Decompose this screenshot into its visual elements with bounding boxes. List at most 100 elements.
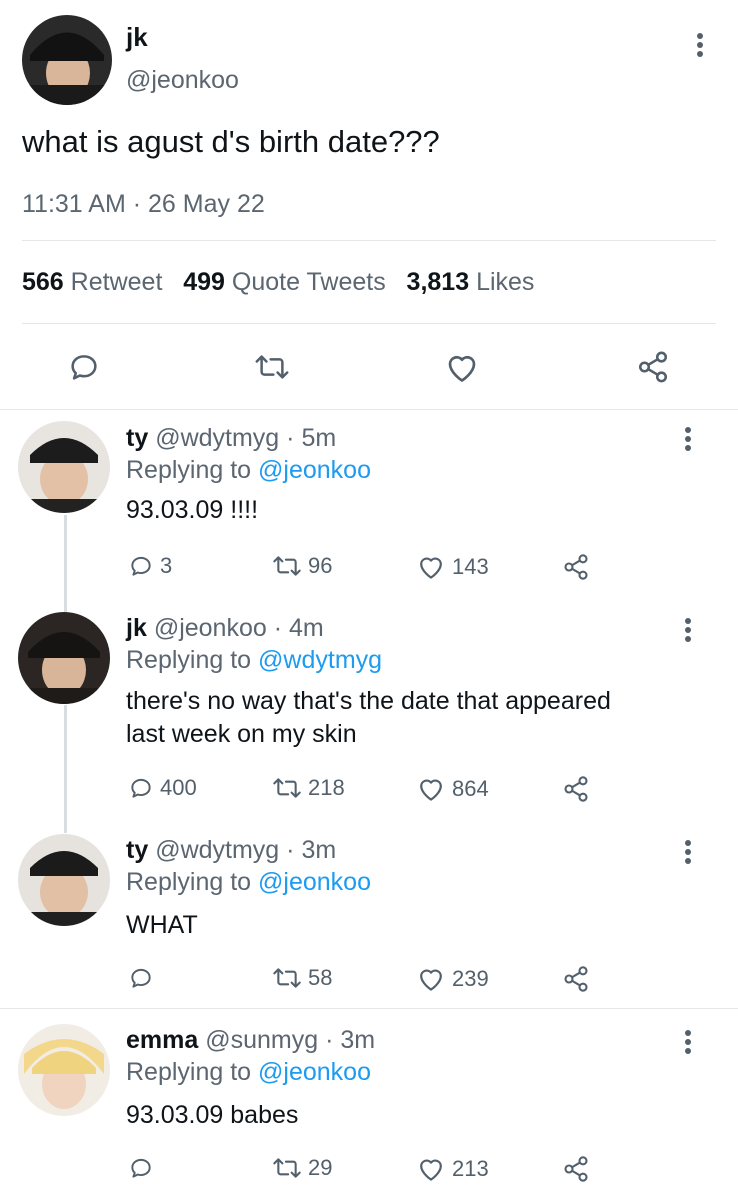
reply-author-handle[interactable]: @wdytmyg <box>155 424 279 452</box>
main-tweet-text: what is agust d's birth date??? <box>22 124 440 159</box>
reply-avatar[interactable] <box>18 421 110 513</box>
reply-more-icon[interactable] <box>684 840 692 867</box>
reply-more-icon[interactable] <box>684 427 692 454</box>
retweet-count: 566 <box>22 268 64 296</box>
replying-to: Replying to @jeonkoo <box>126 868 371 897</box>
share-icon <box>562 775 590 803</box>
reply-author-handle[interactable]: @wdytmyg <box>155 836 279 864</box>
replying-to-handle[interactable]: @wdytmyg <box>258 646 382 674</box>
like-count: 239 <box>452 965 489 991</box>
replying-to: Replying to @jeonkoo <box>126 1058 371 1087</box>
reply-avatar[interactable] <box>18 1024 110 1116</box>
main-tweet-more-icon[interactable] <box>696 33 704 60</box>
retweet-count: 218 <box>308 775 345 800</box>
reply-text: 93.03.09 babes <box>126 1101 299 1129</box>
reply-text-line: last week on my skin <box>126 720 357 748</box>
reply-author-name[interactable]: emma <box>126 1026 198 1054</box>
reply-count: 400 <box>160 775 197 800</box>
share-icon <box>562 1155 590 1183</box>
reply-separator: · <box>286 836 295 864</box>
reply-header: ty @wdytmyg · 3m <box>126 836 336 865</box>
replying-to: Replying to @jeonkoo <box>126 456 371 485</box>
replying-to-label: Replying to <box>126 868 252 896</box>
replying-to-label: Replying to <box>126 1058 252 1086</box>
reply-text: WHAT <box>126 911 198 939</box>
main-retweet-icon[interactable] <box>254 351 290 383</box>
replying-to-label: Replying to <box>126 456 252 484</box>
reply-author-name[interactable]: ty <box>126 424 148 452</box>
like-action[interactable]: 864 <box>416 775 489 802</box>
retweet-action[interactable]: 29 <box>272 1155 332 1181</box>
reply-time: 4m <box>289 614 324 642</box>
main-tweet-stats: 566 Retweet 499 Quote Tweets 3,813 Likes <box>22 268 534 297</box>
main-tweet-author-handle[interactable]: @jeonkoo <box>126 66 239 95</box>
retweet-action[interactable]: 218 <box>272 775 345 801</box>
retweet-icon <box>272 775 302 801</box>
stats-bottom-divider <box>22 323 716 324</box>
main-tweet-bottom-divider <box>0 409 738 410</box>
like-icon <box>416 965 446 992</box>
thread-line <box>64 515 67 615</box>
main-reply-icon[interactable] <box>67 350 101 384</box>
reply-more-icon[interactable] <box>684 1030 692 1057</box>
like-action[interactable]: 143 <box>416 553 489 580</box>
quote-count: 499 <box>183 268 225 296</box>
reply-separator: · <box>273 614 283 642</box>
like-count: 213 <box>452 1155 489 1181</box>
reply-text: there's no way that's the date that appe… <box>126 685 611 751</box>
like-icon <box>416 553 446 580</box>
replying-to-handle[interactable]: @jeonkoo <box>258 456 371 484</box>
reply-icon <box>128 775 154 801</box>
thread-line <box>64 705 67 833</box>
like-action[interactable]: 239 <box>416 965 489 992</box>
reply-count: 3 <box>160 553 173 578</box>
retweet-icon <box>272 553 302 579</box>
like-action[interactable]: 213 <box>416 1155 489 1182</box>
reply-author-handle[interactable]: @sunmyg <box>205 1026 318 1054</box>
reply-author-name[interactable]: ty <box>126 836 148 864</box>
main-tweet-time: 11:31 AM <box>22 190 126 218</box>
reply-divider <box>0 1008 738 1009</box>
reply-icon <box>128 553 154 579</box>
reply-icon <box>128 965 154 991</box>
retweet-action[interactable]: 96 <box>272 553 332 579</box>
reply-action[interactable] <box>128 965 160 991</box>
reply-header: emma @sunmyg · 3m <box>126 1026 375 1055</box>
replying-to-handle[interactable]: @jeonkoo <box>258 868 371 896</box>
share-action[interactable] <box>562 775 596 803</box>
reply-time: 3m <box>301 836 337 864</box>
replying-to-handle[interactable]: @jeonkoo <box>258 1058 371 1086</box>
reply-avatar[interactable] <box>18 612 110 704</box>
reply-action[interactable]: 3 <box>128 553 172 579</box>
main-tweet-author-name[interactable]: jk <box>126 22 148 53</box>
quote-stat[interactable]: 499 Quote Tweets <box>183 268 385 296</box>
reply-separator: · <box>325 1026 334 1054</box>
likes-stat[interactable]: 3,813 Likes <box>407 268 535 296</box>
reply-avatar[interactable] <box>18 834 110 926</box>
retweet-count: 29 <box>308 1155 333 1180</box>
share-action[interactable] <box>562 965 596 993</box>
reply-action[interactable]: 400 <box>128 775 197 801</box>
reply-action[interactable] <box>128 1155 160 1181</box>
retweet-count: 96 <box>308 553 333 578</box>
reply-more-icon[interactable] <box>684 618 692 645</box>
retweet-icon <box>272 1155 302 1181</box>
main-share-icon[interactable] <box>636 350 670 384</box>
retweet-action[interactable]: 58 <box>272 965 332 991</box>
share-action[interactable] <box>562 553 596 581</box>
share-action[interactable] <box>562 1155 596 1183</box>
reply-author-handle[interactable]: @jeonkoo <box>154 614 267 642</box>
timestamp-separator: · <box>132 190 142 218</box>
main-tweet-date: 26 May 22 <box>148 190 265 218</box>
reply-author-name[interactable]: jk <box>126 614 147 642</box>
main-like-icon[interactable] <box>444 350 480 384</box>
like-icon <box>416 775 446 802</box>
reply-separator: · <box>286 424 295 452</box>
retweet-stat[interactable]: 566 Retweet <box>22 268 162 296</box>
reply-icon <box>128 1155 154 1181</box>
main-tweet-timestamp: 11:31 AM · 26 May 22 <box>22 190 265 219</box>
reply-header: jk @jeonkoo · 4m <box>126 614 324 643</box>
reply-text-line: there's no way that's the date that appe… <box>126 687 611 715</box>
main-tweet-avatar[interactable] <box>22 15 112 105</box>
share-icon <box>562 965 590 993</box>
